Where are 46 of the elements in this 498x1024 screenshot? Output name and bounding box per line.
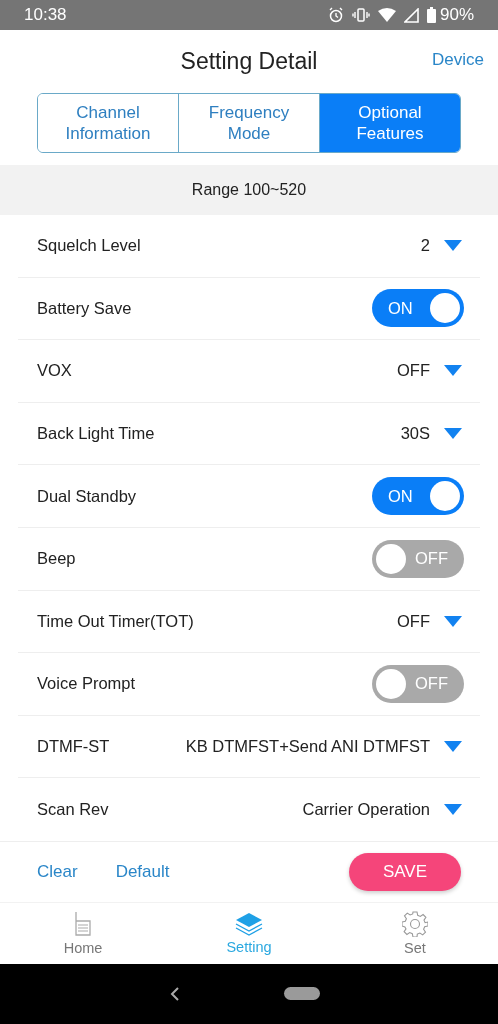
- save-button[interactable]: SAVE: [349, 852, 461, 891]
- back-icon[interactable]: [170, 986, 180, 1001]
- setting-label: Back Light Time: [37, 424, 155, 444]
- setting-label: DTMF-ST: [37, 737, 110, 757]
- page-title: Setting Detail: [180, 47, 318, 75]
- setting-label: Voice Prompt: [37, 674, 136, 694]
- home-pill[interactable]: [284, 987, 320, 1001]
- dropdown-caret-icon: [444, 428, 462, 440]
- toggle-switch[interactable]: ON: [372, 289, 464, 328]
- battery-percent: 90%: [439, 5, 474, 25]
- default-link[interactable]: Default: [115, 861, 170, 882]
- dropdown-caret-icon: [444, 804, 462, 816]
- battery-icon: [426, 7, 436, 23]
- setting-label: Beep: [37, 549, 76, 569]
- device-link[interactable]: Device: [432, 50, 484, 70]
- dropdown[interactable]: 30S: [400, 424, 462, 444]
- dropdown[interactable]: 2: [420, 236, 462, 256]
- toggle-switch[interactable]: OFF: [372, 539, 464, 578]
- tab[interactable]: Optional Features: [320, 94, 460, 152]
- layers-icon: [235, 911, 263, 936]
- signal-icon: [403, 7, 419, 23]
- setting-label: Battery Save: [37, 298, 132, 318]
- dropdown-caret-icon: [444, 240, 462, 252]
- toggle-switch[interactable]: OFF: [372, 664, 464, 703]
- settings-icon: [402, 910, 428, 937]
- setting-label: VOX: [37, 361, 72, 381]
- vibrate-icon: [351, 8, 370, 22]
- clear-link[interactable]: Clear: [37, 861, 78, 882]
- dropdown-caret-icon: [444, 741, 462, 753]
- dropdown[interactable]: OFF: [397, 361, 462, 381]
- dropdown-caret-icon: [444, 615, 462, 627]
- wifi-icon: [377, 8, 396, 22]
- setting-label: Scan Rev: [37, 800, 109, 820]
- toggle-switch[interactable]: ON: [372, 477, 464, 516]
- dropdown[interactable]: KB DTMFST+Send ANI DTMFST: [185, 737, 462, 757]
- dropdown-caret-icon: [444, 365, 462, 377]
- dropdown[interactable]: Carrier Operation: [302, 800, 462, 820]
- status-time: 10:38: [24, 5, 67, 25]
- radio-icon: [72, 910, 94, 937]
- setting-label: Squelch Level: [37, 236, 141, 256]
- dropdown[interactable]: OFF: [397, 611, 462, 631]
- range-text: Range 100~520: [191, 181, 307, 199]
- setting-label: Dual Standby: [37, 486, 137, 506]
- setting-label: Time Out Timer(TOT): [37, 611, 194, 631]
- alarm-icon: [327, 7, 344, 23]
- tab[interactable]: Channel Information: [38, 94, 179, 152]
